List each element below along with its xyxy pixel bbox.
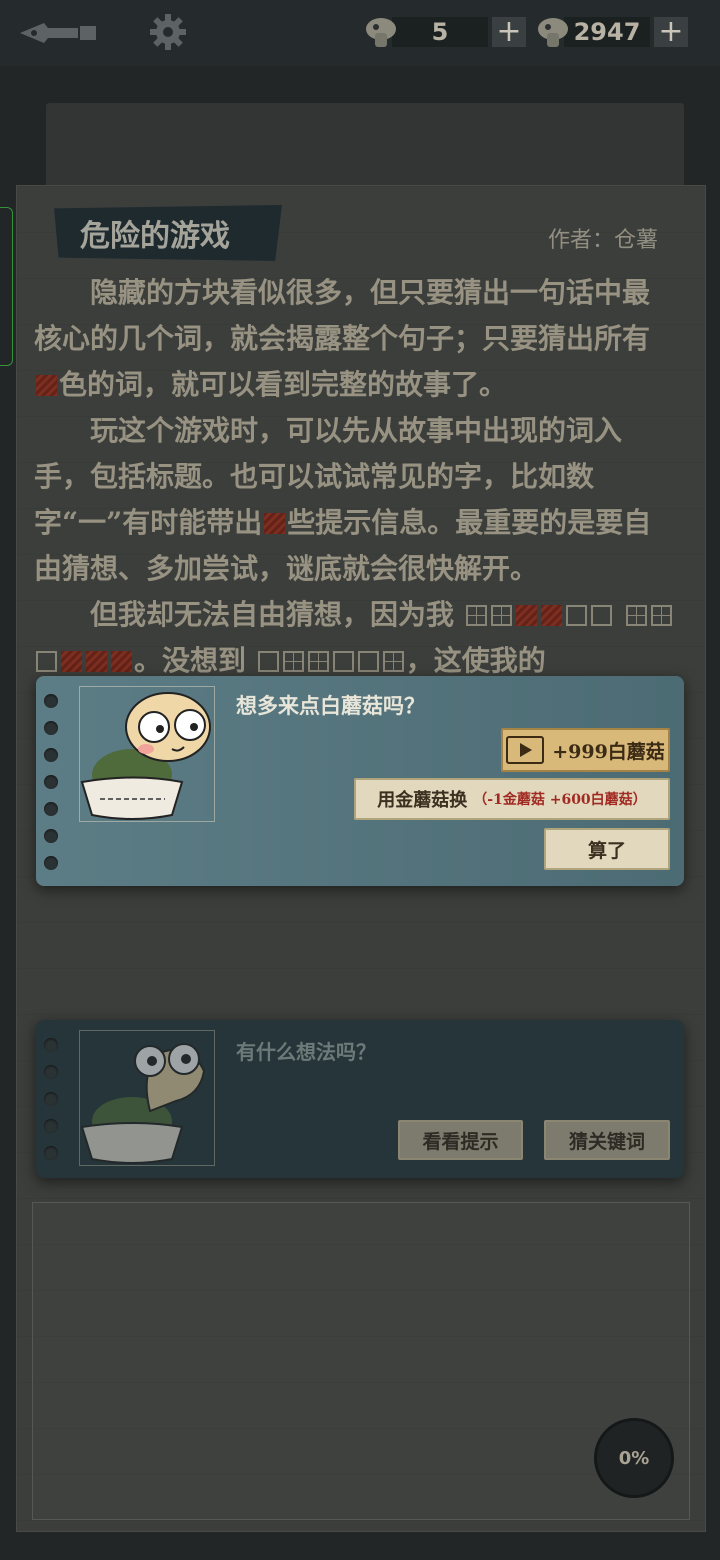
gold-mushroom-icon [364,15,398,49]
gold-mushroom-count: 5 [392,17,488,47]
white-mushroom-counter: 2947 + [536,15,688,49]
gear-icon[interactable] [148,12,188,52]
dialog-question: 想多来点白蘑菇吗？ [236,693,425,718]
add-white-button[interactable]: + [654,17,688,47]
thoughts-prompt: 有什么想法吗？ [236,1040,376,1064]
gold-mushroom-counter: 5 + [364,15,526,49]
turtle-avatar-frame [79,1030,215,1166]
binder-holes [44,694,62,883]
back-icon[interactable] [18,18,98,48]
binder-holes [44,1038,62,1173]
answer-area[interactable] [32,1202,690,1520]
add-gold-button[interactable]: + [492,17,526,47]
video-play-icon [506,736,545,764]
turtle-avatar [80,692,211,820]
exchange-gold-button[interactable]: 用金蘑菇换 （-1金蘑菇 +600白蘑菇） [354,778,670,820]
white-mushroom-icon [536,15,570,49]
thoughts-panel: 有什么想法吗？ 看看提示 猜关键词 [36,1020,684,1178]
guess-keyword-button[interactable]: 猜关键词 [544,1120,670,1160]
turtle-thinking-avatar [80,1043,206,1164]
top-bar: 5 + 2947 + [0,0,720,66]
more-mushrooms-dialog: 想多来点白蘑菇吗？ +999白蘑菇 用金蘑菇换 （-1金蘑菇 +600白蘑菇） … [36,676,684,886]
turtle-avatar-frame [79,686,215,822]
cancel-button[interactable]: 算了 [544,828,670,870]
view-hint-button[interactable]: 看看提示 [398,1120,523,1160]
progress-indicator: 0% [594,1418,674,1498]
watch-video-button[interactable]: +999白蘑菇 [501,728,670,772]
exchange-rate-hint: （-1金蘑菇 +600白蘑菇） [473,792,647,808]
white-mushroom-count: 2947 [564,17,650,47]
